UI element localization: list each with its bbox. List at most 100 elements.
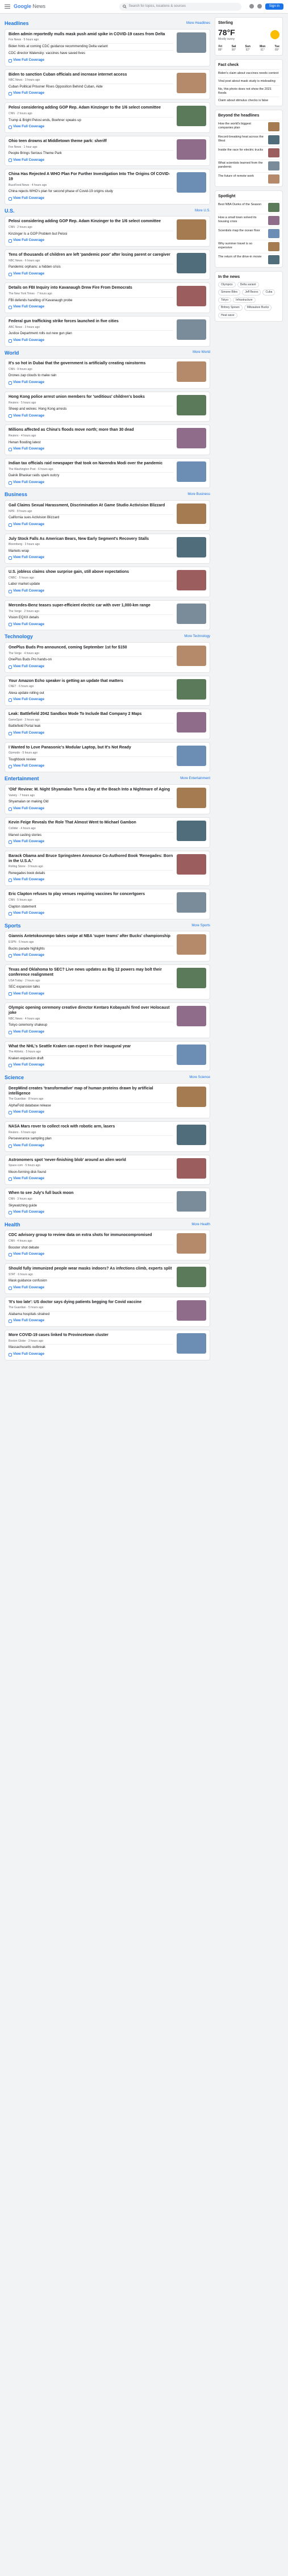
- full-coverage-link[interactable]: View Full Coverage: [9, 1319, 173, 1324]
- health-title[interactable]: Health: [5, 1222, 20, 1229]
- spot-item-text[interactable]: The return of the drive-in movie: [218, 255, 266, 264]
- business-title[interactable]: Business: [5, 492, 27, 498]
- related-story[interactable]: Mask guidance confusion: [9, 1277, 173, 1285]
- related-story[interactable]: Tokyo ceremony shakeup: [9, 1022, 173, 1029]
- story-thumbnail[interactable]: [177, 968, 206, 989]
- related-story[interactable]: Labor market update: [9, 581, 173, 588]
- full-coverage-link[interactable]: View Full Coverage: [9, 481, 173, 485]
- story-thumbnail[interactable]: [177, 319, 206, 340]
- full-coverage-link[interactable]: View Full Coverage: [9, 589, 173, 594]
- story-thumbnail[interactable]: [177, 286, 206, 307]
- related-title[interactable]: Massachusetts outbreak: [9, 1346, 173, 1350]
- headlines-title[interactable]: Headlines: [5, 20, 29, 27]
- world-title[interactable]: World: [5, 350, 19, 357]
- related-title[interactable]: Marvel casting stories: [9, 834, 173, 838]
- related-story[interactable]: Skywatching guide: [9, 1202, 173, 1210]
- related-title[interactable]: Booster shot debate: [9, 1246, 173, 1251]
- full-coverage-link[interactable]: View Full Coverage: [9, 339, 173, 343]
- story-title[interactable]: Mercedes-Benz teases super-efficient ele…: [9, 604, 173, 609]
- story-thumbnail[interactable]: [177, 1267, 206, 1288]
- apps-icon[interactable]: [257, 4, 262, 9]
- related-story[interactable]: Pandemic orphans: a hidden crisis: [9, 264, 173, 271]
- full-coverage-link[interactable]: View Full Coverage: [9, 1063, 173, 1068]
- related-title[interactable]: Shyamalan on making Old: [9, 800, 173, 805]
- topic-chip[interactable]: Tokyo: [218, 297, 232, 303]
- story-title[interactable]: Giannis Antetokounmpo takes swipe at NBA…: [9, 934, 173, 939]
- story-thumbnail[interactable]: [177, 503, 206, 525]
- related-story[interactable]: CDC director Walensky: vaccines have sav…: [9, 50, 173, 57]
- related-story[interactable]: Massachusetts outbreak: [9, 1344, 173, 1351]
- full-coverage-link[interactable]: View Full Coverage: [9, 807, 173, 811]
- spot-item[interactable]: Best NBA Dunks of the Season: [218, 201, 279, 213]
- weather-card[interactable]: Sterling 78°F Mostly sunny Fri 88° Sat 90° S…: [215, 17, 283, 56]
- full-coverage-link[interactable]: View Full Coverage: [9, 305, 173, 310]
- sports-more-link[interactable]: More Sports: [191, 924, 210, 929]
- technology-more-link[interactable]: More Technology: [184, 635, 210, 639]
- fact-item-text[interactable]: Claim about stimulus checks is false: [218, 99, 279, 103]
- story-title[interactable]: Details on FBI Inquiry into Kavanaugh Dr…: [9, 286, 173, 291]
- full-coverage-link[interactable]: View Full Coverage: [9, 623, 173, 627]
- story-thumbnail[interactable]: [177, 603, 206, 624]
- related-story[interactable]: Bucks parade highlights: [9, 945, 173, 953]
- story-thumbnail[interactable]: [177, 72, 206, 93]
- story-thumbnail[interactable]: [177, 536, 206, 557]
- related-title[interactable]: Drones zap clouds to make rain: [9, 374, 173, 378]
- related-title[interactable]: Tokyo ceremony shakeup: [9, 1023, 173, 1028]
- related-title[interactable]: Alabama hospitals strained: [9, 1313, 173, 1317]
- related-title[interactable]: Labor market update: [9, 582, 173, 587]
- full-coverage-link[interactable]: View Full Coverage: [9, 992, 173, 997]
- beyond-item[interactable]: How the world's biggest companies plan: [218, 120, 279, 132]
- story-title[interactable]: NASA Mars rover to collect rock with rob…: [9, 1125, 173, 1130]
- full-coverage-link[interactable]: View Full Coverage: [9, 665, 173, 669]
- story-thumbnail[interactable]: [177, 645, 206, 666]
- related-title[interactable]: China rejects WHO's plan for second phas…: [9, 190, 173, 194]
- topic-chip[interactable]: Olympics: [218, 281, 236, 288]
- spot-item-text[interactable]: Why summer travel is so expensive: [218, 242, 266, 251]
- related-title[interactable]: SEC expansion talks: [9, 985, 173, 990]
- story-thumbnail[interactable]: [177, 394, 206, 415]
- entertainment-title[interactable]: Entertainment: [5, 776, 39, 783]
- story-title[interactable]: Barack Obama and Bruce Springsteen Annou…: [9, 854, 173, 864]
- related-title[interactable]: Vision EQXX details: [9, 616, 173, 621]
- health-more-link[interactable]: More Health: [191, 1223, 210, 1227]
- story-thumbnail[interactable]: [177, 1191, 206, 1212]
- full-coverage-link[interactable]: View Full Coverage: [9, 1177, 173, 1181]
- story-title[interactable]: Ohio teen drowns at Middletown theme par…: [9, 139, 173, 144]
- topic-chip[interactable]: Simone Biles: [218, 289, 241, 296]
- related-story[interactable]: Vision EQXX details: [9, 614, 173, 622]
- related-title[interactable]: California sues Activision Blizzard: [9, 516, 173, 521]
- story-title[interactable]: U.S. jobless claims show surprise gain, …: [9, 570, 173, 575]
- full-coverage-link[interactable]: View Full Coverage: [9, 381, 173, 385]
- story-title[interactable]: Indian tax officials raid newspaper that…: [9, 461, 173, 467]
- related-title[interactable]: AlphaFold database release: [9, 1104, 173, 1109]
- story-title[interactable]: Olympic opening ceremony creative direct…: [9, 1006, 173, 1016]
- menu-icon[interactable]: [5, 4, 10, 9]
- spot-item-text[interactable]: Best NBA Dunks of the Season: [218, 203, 266, 212]
- related-story[interactable]: Cuban Political Prisoner Rises Oppositio…: [9, 83, 173, 91]
- spot-item[interactable]: The return of the drive-in movie: [218, 253, 279, 265]
- related-title[interactable]: Moon-forming disk found: [9, 1171, 173, 1175]
- story-title[interactable]: Pelosi considering adding GOP Rep. Adam …: [9, 106, 173, 111]
- story-title[interactable]: China Has Rejected A WHO Plan For Furthe…: [9, 172, 173, 182]
- full-coverage-link[interactable]: View Full Coverage: [9, 272, 173, 277]
- related-title[interactable]: Trump & Bright Pelosi ends, Boehner spea…: [9, 119, 173, 123]
- related-title[interactable]: Justice Department rolls out new gun pla…: [9, 332, 173, 336]
- related-story[interactable]: Kinzinger Is a GOP Problem but Pelosi: [9, 230, 173, 238]
- headlines-more-link[interactable]: More Headlines: [186, 22, 210, 26]
- story-thumbnail[interactable]: [177, 461, 206, 482]
- full-coverage-link[interactable]: View Full Coverage: [9, 239, 173, 243]
- story-thumbnail[interactable]: [177, 679, 206, 700]
- related-title[interactable]: Toughbook review: [9, 758, 173, 763]
- story-thumbnail[interactable]: [177, 892, 206, 913]
- story-thumbnail[interactable]: [177, 1044, 206, 1065]
- fact-item[interactable]: Viral post about mask study is misleadin…: [218, 77, 279, 84]
- story-thumbnail[interactable]: [177, 1300, 206, 1321]
- related-title[interactable]: Henan flooding latest: [9, 441, 173, 446]
- story-thumbnail[interactable]: [177, 1086, 206, 1107]
- related-story[interactable]: AlphaFold database release: [9, 1102, 173, 1110]
- full-coverage-link[interactable]: View Full Coverage: [9, 954, 173, 958]
- story-title[interactable]: Your Amazon Echo speaker is getting an u…: [9, 679, 173, 684]
- fact-item[interactable]: Biden's claim about vaccines needs conte…: [218, 69, 279, 76]
- related-title[interactable]: Kraken expansion draft: [9, 1057, 173, 1062]
- full-coverage-link[interactable]: View Full Coverage: [9, 1352, 173, 1357]
